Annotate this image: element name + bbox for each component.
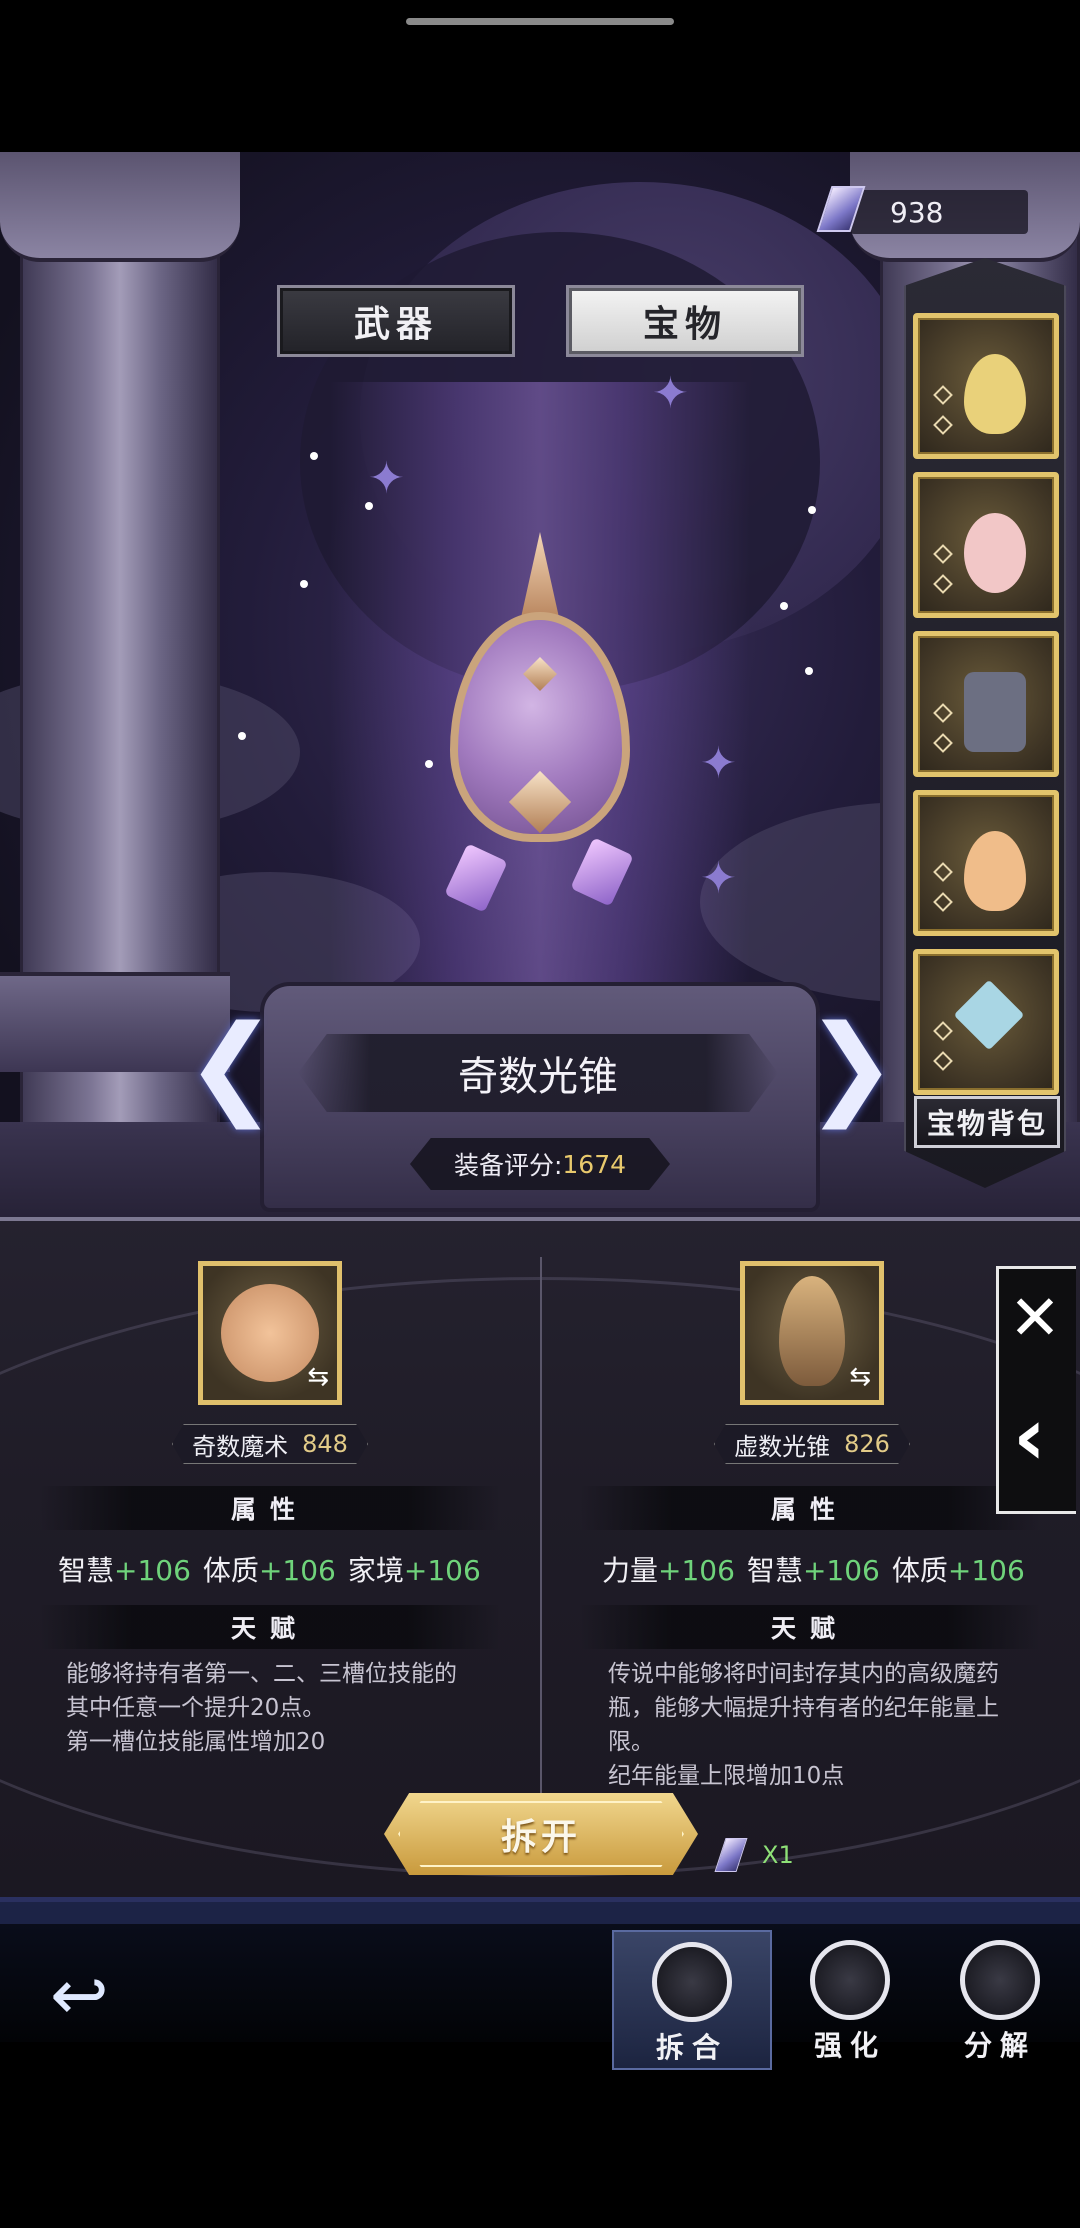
split-cost: X1 [714, 1838, 794, 1872]
previous-arrow-icon[interactable]: ❮ [185, 1005, 277, 1125]
star [425, 760, 433, 768]
crystal-rose-icon [953, 976, 1026, 1072]
split-merge-emblem-icon [652, 1942, 732, 2022]
right-card-name-badge: 虚数光锥 826 [714, 1424, 910, 1464]
nav-label: 分解 [963, 2029, 1036, 2062]
attr-item: 智慧+106 [58, 1554, 191, 1587]
diamond-icon [933, 385, 953, 405]
sparkle-icon: ✦ [368, 453, 405, 504]
right-card-level: 826 [844, 1430, 890, 1458]
treasure-bag-button[interactable]: 宝物背包 [914, 1096, 1060, 1148]
star [310, 452, 318, 460]
diamond-icon [933, 1051, 953, 1071]
right-talent-title: 天赋 [580, 1605, 1040, 1649]
split-button-border [398, 1801, 684, 1867]
swap-icon[interactable]: ⇆ [849, 1362, 871, 1392]
nav-enhance[interactable]: 强化 [770, 1930, 930, 2070]
item-name: 奇数光锥 [298, 1034, 778, 1112]
armored-figure-icon [964, 658, 1026, 754]
tab-treasure[interactable]: 宝物 [566, 285, 804, 357]
nav-label: 拆合 [655, 2031, 728, 2064]
diamond-icon [933, 892, 953, 912]
nav-split-merge[interactable]: 拆合 [612, 1930, 772, 2070]
swirl-emblem-icon [960, 1940, 1040, 2020]
left-pillar-capital [0, 152, 240, 262]
treasure-slot-5[interactable] [913, 949, 1059, 1095]
sparkle-icon: ✦ [652, 368, 689, 419]
gem-tip [520, 532, 560, 622]
gear-emblem-icon [810, 1940, 890, 2020]
chevron-left-icon[interactable]: ‹ [1013, 1397, 1046, 1477]
back-arrow-icon[interactable]: ↩ [50, 1960, 170, 2030]
star [780, 602, 788, 610]
diamond-icon [933, 1021, 953, 1041]
next-arrow-icon[interactable]: ❯ [805, 1005, 897, 1125]
diamond-icon [933, 862, 953, 882]
diamond-icon [933, 415, 953, 435]
score-label: 装备评分: [453, 1151, 563, 1180]
yellow-potion-icon [964, 340, 1026, 436]
left-card-name: 奇数魔术 [192, 1432, 289, 1461]
left-talent-title: 天赋 [40, 1605, 500, 1649]
currency-display: 938 [816, 186, 1028, 234]
floating-control-box: ✕ ‹ [996, 1266, 1076, 1514]
swap-icon[interactable]: ⇆ [307, 1362, 329, 1392]
diamond-icon [933, 574, 953, 594]
game-screen: ✦ ✦ ✦ ✦ 938 武器 宝物 宝物背包 ❮ ❯ 奇数光锥 装备评分: 16… [0, 0, 1080, 2228]
right-attr-title: 属性 [580, 1486, 1040, 1530]
potion-icon [779, 1276, 845, 1386]
crystal-icon [714, 1838, 748, 1872]
score-value: 1674 [562, 1149, 627, 1179]
left-attr-list: 智慧+106 体质+106 家境+106 [58, 1549, 493, 1589]
treasure-slot-3[interactable] [913, 631, 1059, 777]
left-card-name-badge: 奇数魔术 848 [172, 1424, 368, 1464]
nav-top-strip [0, 1902, 1080, 1924]
currency-amount: 938 [890, 195, 944, 229]
home-indicator [406, 18, 674, 25]
nav-label: 强化 [813, 2029, 886, 2062]
right-card-name: 虚数光锥 [734, 1432, 831, 1461]
treasure-slot-2[interactable] [913, 472, 1059, 618]
diamond-icon [933, 703, 953, 723]
diamond-icon [933, 733, 953, 753]
treasure-slot-1[interactable] [913, 313, 1059, 459]
right-attr-list: 力量+106 智慧+106 体质+106 [602, 1549, 1037, 1589]
sparkle-icon: ✦ [700, 738, 737, 789]
star [805, 667, 813, 675]
gem-pendant [444, 843, 508, 913]
attr-item: 家境+106 [347, 1554, 481, 1587]
left-talent-text: 能够将持有者第一、二、三槽位技能的 其中任意一个提升20点。 第一槽位技能属性增… [66, 1661, 457, 1755]
nav-decompose[interactable]: 分解 [920, 1930, 1080, 2070]
flower-brooch-icon [964, 499, 1026, 595]
left-card-level: 848 [302, 1430, 348, 1458]
featured-treasure-image [440, 532, 640, 1052]
diamond-icon [933, 544, 953, 564]
star [300, 580, 308, 588]
left-attr-title: 属性 [40, 1486, 500, 1530]
orange-potion-icon [964, 817, 1026, 913]
star [808, 506, 816, 514]
right-result-card[interactable]: ⇆ [740, 1261, 884, 1405]
right-talent-text: 传说中能够将时间封存其内的高级魔药 瓶，能够大幅提升持有者的纪年能量上 限。 纪… [608, 1661, 999, 1789]
treasure-slot-4[interactable] [913, 790, 1059, 936]
attr-item: 智慧+106 [746, 1554, 880, 1587]
attr-item: 力量+106 [602, 1554, 735, 1587]
sparkle-icon: ✦ [700, 853, 737, 904]
tab-weapon[interactable]: 武器 [277, 285, 515, 357]
orb-icon [221, 1284, 319, 1382]
close-icon[interactable]: ✕ [1009, 1287, 1061, 1349]
attr-item: 体质+106 [202, 1554, 336, 1587]
star [238, 732, 246, 740]
attr-item: 体质+106 [891, 1554, 1025, 1587]
cost-amount: X1 [762, 1841, 794, 1869]
equipment-score: 装备评分: 1674 [410, 1138, 670, 1190]
left-result-card[interactable]: ⇆ [198, 1261, 342, 1405]
gem-pendant [570, 837, 634, 907]
